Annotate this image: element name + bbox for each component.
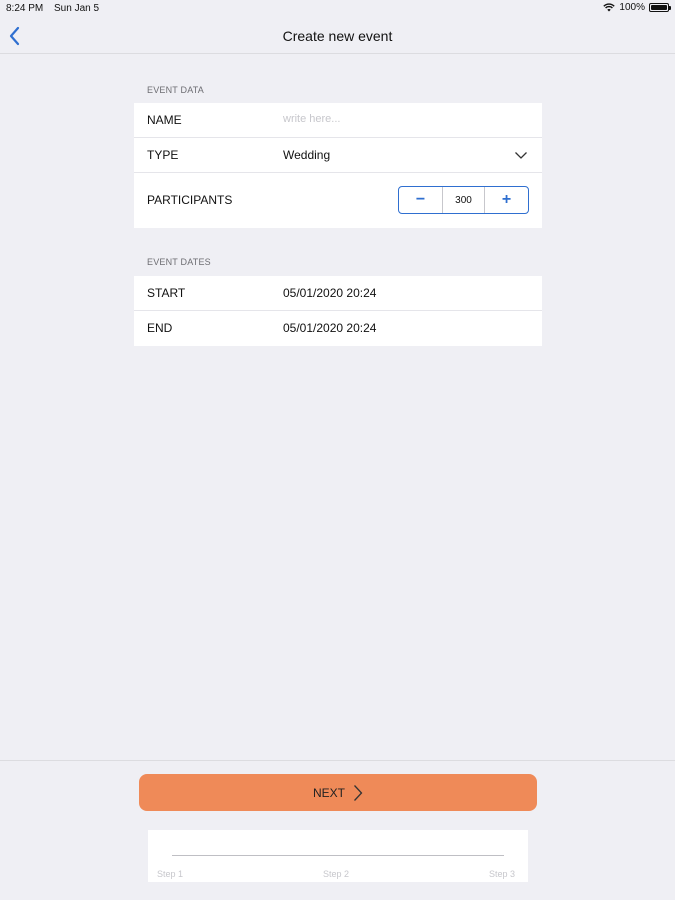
status-right: 100%: [603, 2, 671, 13]
page-title: Create new event: [282, 28, 393, 44]
end-date-value[interactable]: 05/01/2020 20:24: [283, 321, 376, 335]
type-select-value[interactable]: Wedding: [283, 148, 330, 162]
type-row[interactable]: TYPE Wedding: [134, 138, 542, 173]
name-label: NAME: [147, 113, 182, 127]
participants-stepper[interactable]: − 300 +: [398, 186, 529, 214]
chevron-down-icon[interactable]: [514, 151, 528, 160]
decrement-button[interactable]: −: [399, 187, 442, 213]
event-data-card: NAME write here... TYPE Wedding PARTICIP…: [134, 103, 542, 228]
participants-value: 300: [442, 187, 485, 213]
event-dates-card: START 05/01/2020 20:24 END 05/01/2020 20…: [134, 276, 542, 346]
step-2-label: Step 2: [323, 869, 350, 879]
battery-percent: 100%: [619, 2, 645, 13]
status-time: 8:24 PM: [6, 3, 44, 14]
step-1-label: Step 1: [157, 869, 184, 879]
battery-icon: [649, 3, 671, 12]
navigation-bar: Create new event: [0, 18, 675, 54]
section-header-event-data: EVENT DATA: [147, 85, 205, 95]
step-progress: Step 1 Step 2 Step 3: [148, 830, 528, 882]
participants-row: PARTICIPANTS − 300 +: [134, 173, 542, 228]
start-label: START: [147, 286, 186, 300]
next-button-label: NEXT: [312, 785, 345, 800]
end-label: END: [147, 321, 173, 335]
bottom-divider: [0, 760, 675, 761]
status-bar: 8:24 PM Sun Jan 5 100%: [0, 0, 675, 18]
name-row: NAME write here...: [134, 103, 542, 138]
participants-label: PARTICIPANTS: [147, 193, 233, 207]
next-button[interactable]: NEXT: [139, 774, 537, 811]
end-date-row[interactable]: END 05/01/2020 20:24: [134, 311, 542, 346]
progress-line: [172, 855, 504, 856]
chevron-right-icon: [354, 784, 363, 801]
status-date: Sun Jan 5: [54, 3, 100, 14]
start-date-row[interactable]: START 05/01/2020 20:24: [134, 276, 542, 311]
start-date-value[interactable]: 05/01/2020 20:24: [283, 286, 376, 300]
name-input[interactable]: write here...: [283, 113, 340, 125]
increment-button[interactable]: +: [485, 187, 528, 213]
section-header-event-dates: EVENT DATES: [147, 257, 211, 267]
step-3-label: Step 3: [489, 869, 516, 879]
type-label: TYPE: [147, 148, 179, 162]
wifi-icon: [603, 3, 616, 12]
